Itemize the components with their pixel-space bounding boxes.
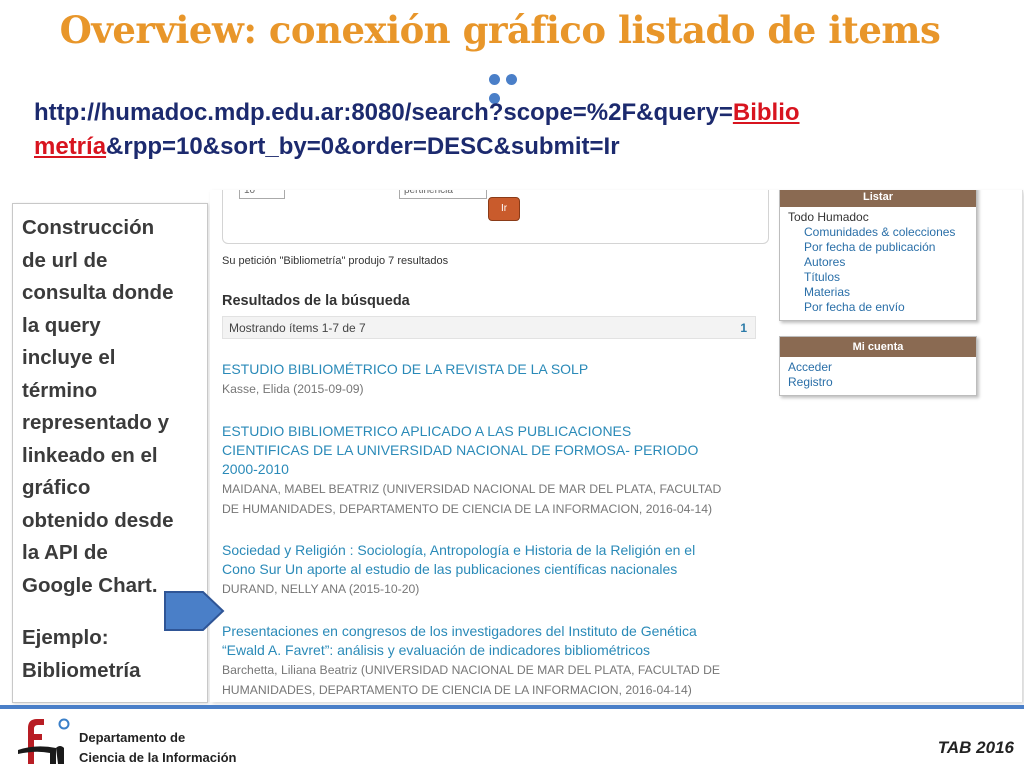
- listar-panel: Listar Todo Humadoc Comunidades & colecc…: [779, 190, 977, 321]
- request-summary: Su petición "Bibliometría" produjo 7 res…: [222, 255, 449, 267]
- mi-cuenta-panel: Mi cuenta Acceder Registro: [779, 336, 977, 396]
- item-authors: Barchetta, Liliana Beatriz (UNIVERSIDAD …: [222, 663, 721, 697]
- register-link[interactable]: Registro: [788, 375, 970, 390]
- explanation-line: gráfico: [22, 476, 91, 499]
- explanation-line: incluye el: [22, 346, 116, 369]
- sidebar-item-fecha-envio[interactable]: Por fecha de envío: [788, 300, 970, 315]
- list-item: Sociedad y Religión : Sociología, Antrop…: [222, 541, 767, 599]
- list-item: ESTUDIO BIBLIOMÉTRICO DE LA REVISTA DE L…: [222, 360, 767, 399]
- item-title-link[interactable]: ESTUDIO BIBLIOMETRICO APLICADO A LAS PUB…: [222, 422, 767, 479]
- page-number-link[interactable]: 1: [740, 317, 747, 340]
- explanation-line: consulta donde: [22, 281, 174, 304]
- login-link[interactable]: Acceder: [788, 360, 970, 375]
- event-label: TAB 2016: [937, 738, 1014, 757]
- list-item: ESTUDIO BIBLIOMETRICO APLICADO A LAS PUB…: [222, 422, 767, 519]
- item-title-link[interactable]: Presentaciones en congresos de los inves…: [222, 622, 767, 660]
- footer-divider: [0, 705, 1024, 709]
- results-heading: Resultados de la búsqueda: [222, 293, 410, 309]
- results-count: Mostrando ítems 1-7 de 7: [229, 321, 366, 335]
- item-authors: MAIDANA, MABEL BEATRIZ (UNIVERSIDAD NACI…: [222, 482, 722, 516]
- search-form: 10 pertinencia Ir: [222, 190, 769, 244]
- sidebar-item-fecha-publicacion[interactable]: Por fecha de publicación: [788, 240, 970, 255]
- rpp-select[interactable]: 10: [239, 190, 285, 199]
- url-suffix: &rpp=10&sort_by=0&order=DESC&submit=Ir: [106, 133, 620, 160]
- mi-cuenta-header: Mi cuenta: [780, 337, 976, 357]
- explanation-line: la API de: [22, 541, 108, 564]
- explanation-line: la query: [22, 313, 101, 337]
- sort-select[interactable]: pertinencia: [399, 190, 487, 199]
- item-authors: DURAND, NELLY ANA (2015-10-20): [222, 582, 420, 596]
- results-count-bar: Mostrando ítems 1-7 de 7 1: [222, 316, 756, 339]
- url-prefix: http://humadoc.mdp.edu.ar:8080/search?sc…: [34, 99, 733, 126]
- url-query-link-part2[interactable]: metría: [34, 133, 106, 160]
- search-results-screenshot: 10 pertinencia Ir Su petición "Bibliomet…: [210, 190, 1023, 702]
- example-value: Bibliometría: [22, 658, 141, 682]
- sidebar-item-titulos[interactable]: Títulos: [788, 270, 970, 285]
- go-button[interactable]: Ir: [488, 197, 520, 221]
- explanation-line: linkeado en el: [22, 443, 158, 467]
- explanation-line: término: [22, 378, 98, 402]
- sidebar-item-comunidades[interactable]: Comunidades & colecciones: [788, 225, 970, 240]
- example-url: http://humadoc.mdp.edu.ar:8080/search?sc…: [34, 96, 944, 164]
- pointer-arrow-icon: [164, 591, 225, 631]
- explanation-line: Construcción: [22, 216, 155, 239]
- item-authors: Kasse, Elida (2015-09-09): [222, 382, 364, 396]
- url-query-link-part1[interactable]: Biblio: [733, 99, 800, 126]
- list-item: Presentaciones en congresos de los inves…: [222, 622, 767, 700]
- explanation-line: de url de: [22, 248, 108, 272]
- listar-header: Listar: [780, 190, 976, 207]
- explanation-line: representado y: [22, 411, 169, 434]
- title-ellipsis-decoration: [489, 70, 539, 104]
- explanation-line: obtenido desde: [22, 508, 174, 532]
- item-title-link[interactable]: ESTUDIO BIBLIOMÉTRICO DE LA REVISTA DE L…: [222, 360, 767, 379]
- faculty-logo-icon: [18, 718, 70, 764]
- sidebar-item-autores[interactable]: Autores: [788, 255, 970, 270]
- item-title-link[interactable]: Sociedad y Religión : Sociología, Antrop…: [222, 541, 767, 579]
- sidebar-item-materias[interactable]: Materias: [788, 285, 970, 300]
- department-name: Departamento de Ciencia de la Información: [79, 730, 237, 765]
- slide-title: Overview: conexión gráfico listado de it…: [59, 8, 941, 52]
- sidebar-item-todo-humadoc[interactable]: Todo Humadoc: [788, 210, 970, 225]
